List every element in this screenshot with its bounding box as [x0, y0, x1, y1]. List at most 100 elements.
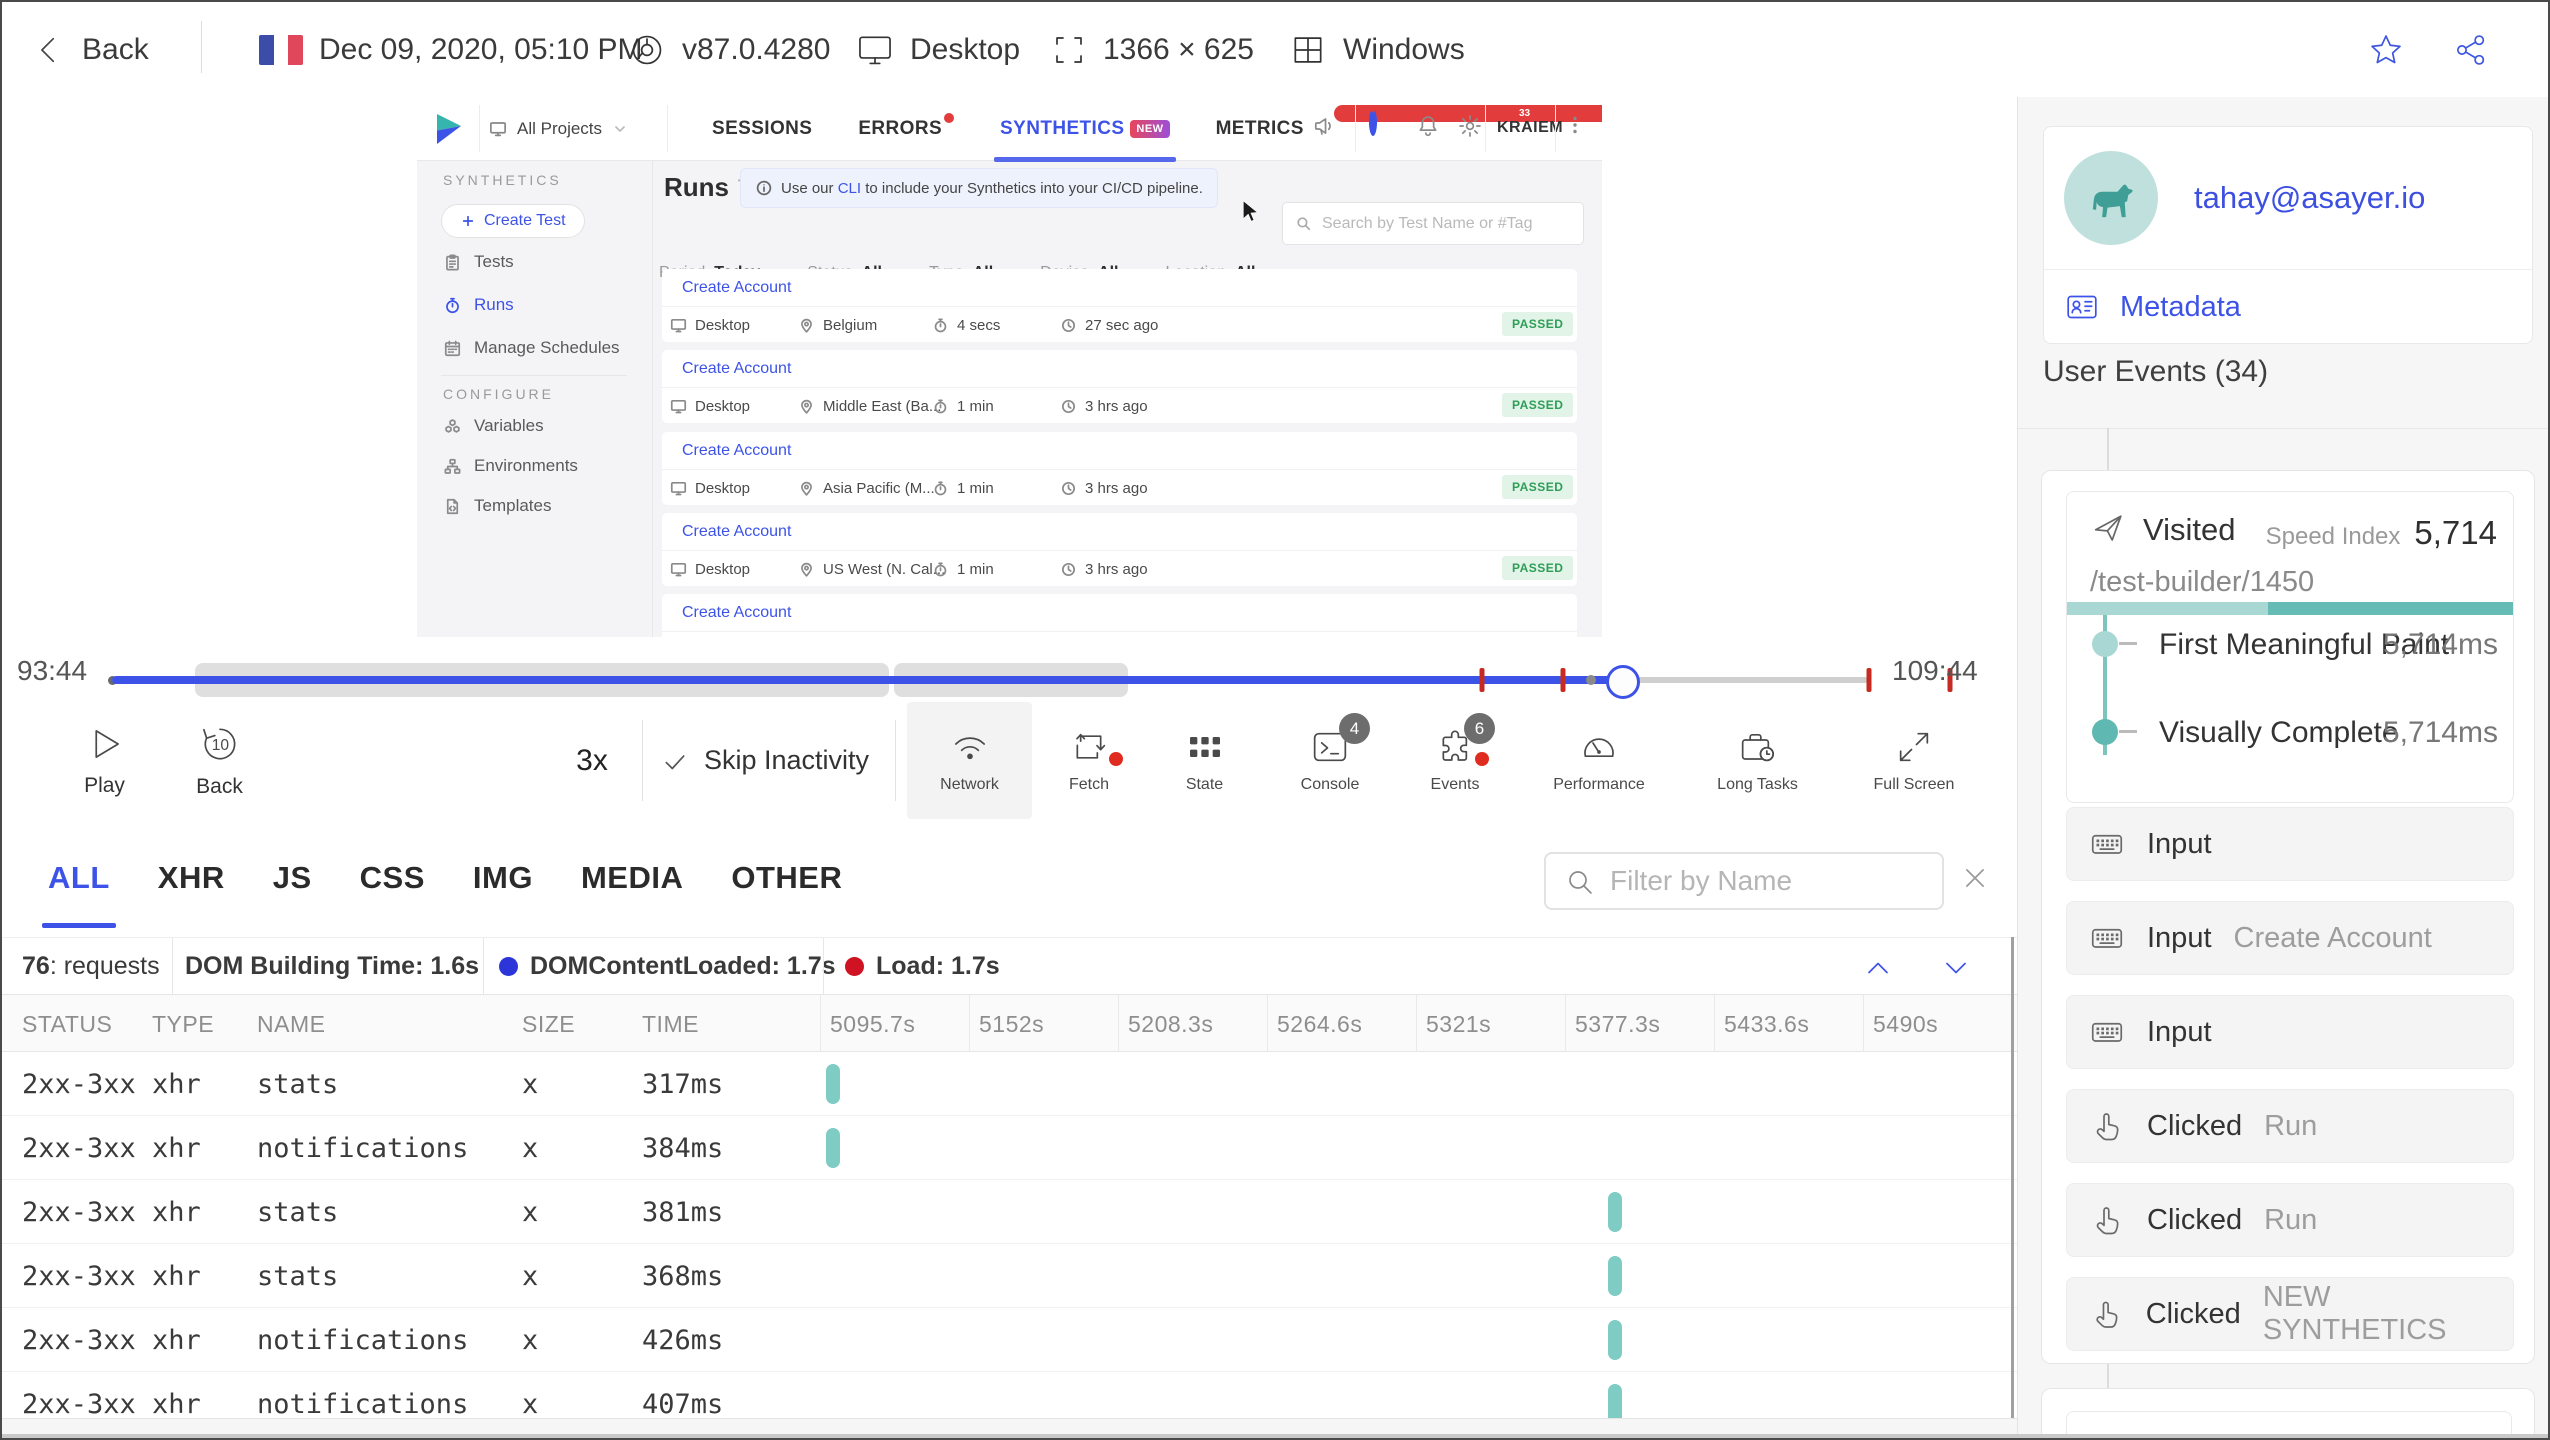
column-header-time: TIME: [642, 1010, 699, 1037]
divider: [201, 21, 202, 73]
metadata-button[interactable]: Metadata: [2044, 270, 2532, 344]
resolution-label: 1366 × 625: [1103, 32, 1254, 66]
monitor-icon: [856, 31, 894, 69]
back-10-label: Back: [196, 775, 243, 798]
clock-icon: [1060, 561, 1077, 578]
share-button[interactable]: [2452, 2, 2490, 97]
run-name: Create Account: [662, 513, 1577, 551]
user-event-clicked[interactable]: Clicked Run: [2066, 1183, 2514, 1257]
play-button[interactable]: Play: [57, 702, 152, 819]
speed-button[interactable]: 3x: [557, 702, 627, 819]
network-request-row[interactable]: 2xx-3xx xhr stats x 317ms: [2, 1052, 2017, 1116]
skip-inactivity-toggle[interactable]: Skip Inactivity: [662, 702, 869, 819]
network-request-row[interactable]: 2xx-3xx xhr notifications x 384ms: [2, 1116, 2017, 1180]
user-event-clicked[interactable]: Clicked NEW SYNTHETICS: [2066, 1277, 2514, 1351]
pin-icon: [798, 398, 815, 415]
play-icon: [84, 723, 126, 765]
loading-spinner-icon: [1369, 109, 1377, 136]
jump-up-button[interactable]: [1860, 950, 1896, 986]
replay-viewport[interactable]: All Projects SESSIONS ERRORS SYNTHETICS NEW…: [2, 97, 2017, 637]
network-filter-input[interactable]: Filter by Name: [1544, 852, 1944, 910]
run-card: Create Account Desktop Middle East (Ba... 1…: [662, 350, 1577, 423]
time-column-header: 5152s: [979, 1010, 1045, 1037]
play-label: Play: [84, 774, 125, 797]
visited-url: /test-builder/1450: [2090, 566, 2315, 598]
close-panel-button[interactable]: [1960, 863, 1990, 893]
request-timing-marker: [825, 1064, 840, 1104]
monitor-icon: [670, 480, 687, 497]
network-request-row[interactable]: 2xx-3xx xhr notifications x 407ms: [2, 1372, 2017, 1418]
sidebar-section-label: SYNTHETICS: [443, 172, 562, 188]
visually-complete-dot: [2092, 719, 2118, 745]
jump-down-button[interactable]: [1938, 950, 1974, 986]
network-request-row[interactable]: 2xx-3xx xhr notifications x 426ms: [2, 1308, 2017, 1372]
playback-timeline: 93:44 109:44: [2, 637, 2017, 702]
user-event-clicked[interactable]: Clicked Run: [2066, 1089, 2514, 1163]
panel-button-full-screen[interactable]: Full Screen: [1835, 702, 1993, 819]
id-card-icon: [2064, 289, 2100, 325]
fmp-dot: [2092, 631, 2118, 657]
panel-button-long-tasks[interactable]: Long Tasks: [1680, 702, 1835, 819]
run-name: Create Account: [662, 269, 1577, 307]
sidebar-item-templates: Templates: [443, 496, 551, 516]
network-filter-placeholder: Filter by Name: [1610, 865, 1793, 896]
user-email-link[interactable]: tahay@asayer.io: [2194, 127, 2425, 269]
user-event-input[interactable]: Input: [2066, 995, 2514, 1069]
brackets-icon: [1051, 32, 1087, 68]
network-tab-css[interactable]: CSS: [360, 819, 425, 937]
timeline-scrubber[interactable]: [1606, 665, 1641, 699]
replayed-app-main: Runs76 Use our CLI to include your Synth…: [652, 160, 1602, 637]
clock-icon: [1060, 480, 1077, 497]
user-event-input[interactable]: Input Create Account: [2066, 901, 2514, 975]
time-column-header: 5264.6s: [1277, 1010, 1363, 1037]
panel-button-events[interactable]: 6 Events: [1395, 702, 1515, 819]
network-tab-other[interactable]: OTHER: [731, 819, 842, 937]
play-icon: [84, 723, 126, 765]
fullscreen-icon: [1894, 727, 1934, 767]
panel-button-network[interactable]: Network: [907, 702, 1032, 819]
load-time: Load: 1.7s: [845, 938, 1000, 995]
timeline-track[interactable]: [108, 637, 1953, 702]
back-button[interactable]: Back: [32, 2, 149, 97]
network-tab-xhr[interactable]: XHR: [158, 819, 225, 937]
network-request-row[interactable]: 2xx-3xx xhr stats x 368ms: [2, 1244, 2017, 1308]
run-status-badge: PASSED: [1502, 312, 1574, 336]
sidebar-item-tests: Tests: [443, 252, 514, 272]
error-marker[interactable]: [1479, 668, 1485, 692]
os-info: Windows: [1289, 2, 1465, 97]
panel-button-performance[interactable]: Performance: [1518, 702, 1680, 819]
project-selector: All Projects: [489, 97, 628, 160]
device-label: Desktop: [910, 32, 1021, 66]
network-tab-media[interactable]: MEDIA: [581, 819, 683, 937]
back-10-button[interactable]: 10 Back: [172, 702, 267, 819]
fmp-value: 5,714ms: [2382, 628, 2498, 661]
table-scrollbar-track[interactable]: [2, 1418, 2017, 1434]
france-flag-icon: [259, 34, 303, 65]
cli-link: CLI: [837, 179, 862, 197]
panel-button-fetch[interactable]: Fetch: [1034, 702, 1144, 819]
cli-banner: Use our CLI to include your Synthetics i…: [740, 168, 1218, 208]
timeline-progress: [112, 676, 1624, 684]
pin-icon: [798, 480, 815, 497]
search-icon: [1564, 864, 1596, 898]
network-tab-all[interactable]: ALL: [42, 819, 116, 937]
back-10-icon: 10: [198, 722, 242, 766]
browser-info: v87.0.4280: [628, 2, 830, 97]
user-event-input[interactable]: Input: [2066, 807, 2514, 881]
horizontal-scrollbar[interactable]: [2, 1434, 2548, 1438]
favorite-button[interactable]: [2367, 2, 2405, 97]
network-tab-img[interactable]: IMG: [473, 819, 533, 937]
search-icon: [1295, 215, 1312, 233]
panel-button-console[interactable]: 4 Console: [1270, 702, 1390, 819]
stopwatch-icon: [932, 398, 949, 415]
alert-dot: [1475, 752, 1489, 766]
network-request-row[interactable]: 2xx-3xx xhr stats x 381ms: [2, 1180, 2017, 1244]
hand-icon: [2089, 1296, 2124, 1332]
error-marker[interactable]: [1560, 668, 1566, 692]
error-marker[interactable]: [1866, 668, 1872, 692]
panel-button-state[interactable]: State: [1152, 702, 1257, 819]
requests-count: 76: requests: [22, 952, 160, 980]
network-tab-js[interactable]: JS: [273, 819, 312, 937]
replayed-tab-synthetics: SYNTHETICS NEW: [994, 97, 1176, 162]
visited-event-card[interactable]: Visited Speed Index 5,714 /test-builder/…: [2066, 491, 2514, 803]
